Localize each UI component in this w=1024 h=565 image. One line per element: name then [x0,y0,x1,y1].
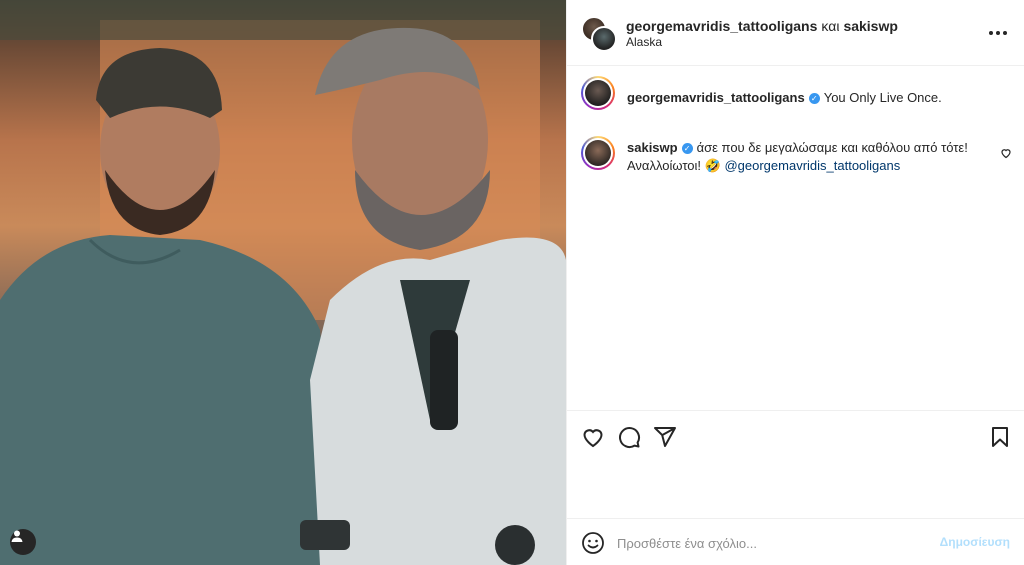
bookmark-icon [992,427,1008,447]
avatar[interactable] [585,140,611,166]
post-header: georgemavridis_tattooligans και sakiswp Al… [567,0,1024,66]
post-side-panel: georgemavridis_tattooligans και sakiswp Al… [566,0,1024,565]
post-comment-button[interactable]: Δημοσίευση [940,535,1010,549]
comment-item: sakiswp ✓ άσε που δε μεγαλώσαμε και καθόλο… [581,136,1011,196]
user-icon [11,530,23,542]
more-options-button[interactable] [988,24,1008,42]
comment-mention-link[interactable]: @georgemavridis_tattooligans [724,158,900,173]
more-icon-dot [1003,31,1007,35]
verified-badge-icon: ✓ [681,143,693,154]
photo-illustration [0,0,566,565]
post-photo[interactable] [0,0,566,565]
like-button[interactable] [581,425,607,451]
verified-badge-icon: ✓ [808,93,820,104]
comment-icon [619,427,641,449]
story-ring[interactable] [581,76,615,110]
comment-text: sakiswp ✓ άσε που δε μεγαλώσαμε και καθόλο… [627,139,987,175]
emoji-button[interactable] [581,531,605,555]
share-icon [654,427,676,447]
comments-list: georgemavridis_tattooligans ✓ You Only Liv… [567,66,1024,410]
header-avatars[interactable] [581,16,617,52]
header-username-1[interactable]: georgemavridis_tattooligans [626,18,817,34]
header-location[interactable]: Alaska [626,35,662,49]
comment-body-line1: άσε που δε μεγαλώσαμε και καθόλου από τό… [696,140,968,155]
avatar[interactable] [585,80,611,106]
caption-comment: georgemavridis_tattooligans ✓ You Only Liv… [581,76,1001,116]
comment-text: georgemavridis_tattooligans ✓ You Only Liv… [627,89,987,107]
more-icon-dot [996,31,1000,35]
comment-username[interactable]: sakiswp [627,140,678,155]
story-ring[interactable] [581,136,615,170]
post-actions [567,410,1024,518]
comment-input[interactable] [617,531,917,555]
comment-body: You Only Live Once. [823,90,942,105]
avatar[interactable] [591,26,617,52]
comment-body-line2: Αναλλοίωτοι! 🤣 [627,158,721,173]
save-button[interactable] [988,425,1014,451]
header-and-word: και [821,18,840,34]
smiley-icon [582,532,604,554]
add-comment-bar: Δημοσίευση [567,518,1024,565]
heart-icon [583,429,603,448]
header-username-2[interactable]: sakiswp [843,18,897,34]
comment-button[interactable] [617,425,643,451]
share-button[interactable] [653,425,679,451]
header-usernames: georgemavridis_tattooligans και sakiswp [626,17,898,35]
heart-icon [1001,149,1011,159]
tagged-users-button[interactable] [10,529,36,555]
more-icon [989,31,993,35]
comment-like-button[interactable] [1000,146,1012,164]
comment-username[interactable]: georgemavridis_tattooligans [627,90,805,105]
